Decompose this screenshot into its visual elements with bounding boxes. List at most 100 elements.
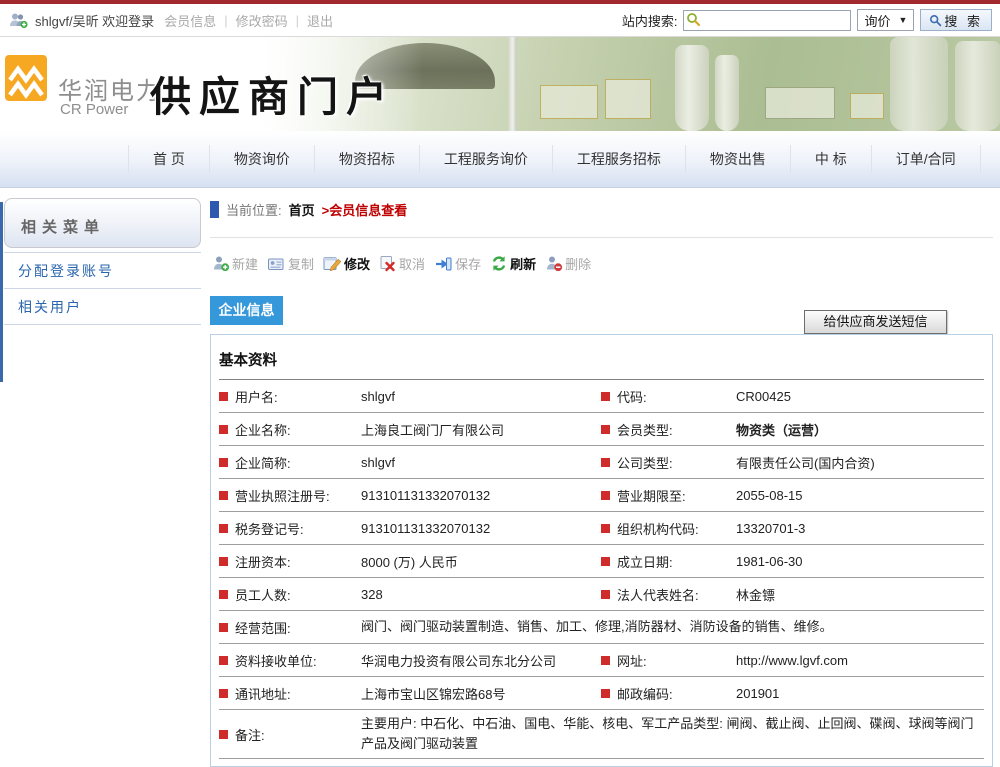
red-bullet-icon xyxy=(219,458,228,467)
sidebar-item-assign-login[interactable]: 分配登录账号 xyxy=(4,253,201,289)
search-input-icon xyxy=(686,12,701,27)
nav-engineering-inquiry[interactable]: 工程服务询价 xyxy=(420,145,553,173)
nav-engineering-bidding[interactable]: 工程服务招标 xyxy=(553,145,686,173)
tab-company-info[interactable]: 企业信息 xyxy=(210,296,283,325)
field-label-text: 会员类型: xyxy=(617,420,673,439)
field-value: http://www.lgvf.com xyxy=(736,653,984,668)
field-value: 913101131332070132 xyxy=(361,521,601,536)
search-button[interactable]: 搜 索 xyxy=(920,9,992,31)
portal-title: 供应商门户 xyxy=(150,63,395,123)
member-info-link[interactable]: 会员信息 xyxy=(164,11,216,30)
field-value: 913101131332070132 xyxy=(361,488,601,503)
table-row: 通讯地址:上海市宝山区锦宏路68号邮政编码:201901 xyxy=(219,677,984,710)
table-row: 企业简称:shlgvf公司类型:有限责任公司(国内合资) xyxy=(219,446,984,479)
field-value: 有限责任公司(国内合资) xyxy=(736,453,984,472)
user-bar: shlgvf/吴昕 欢迎登录 会员信息|修改密码|退出 站内搜索: 询价 ▼ 搜… xyxy=(0,4,1000,37)
table-row: 营业执照注册号:913101131332070132营业期限至:2055-08-… xyxy=(219,479,984,512)
field-label: 注册资本: xyxy=(219,552,361,571)
save-button: 保存 xyxy=(434,254,481,273)
new-button-label: 新建 xyxy=(232,254,258,273)
red-bullet-icon xyxy=(601,524,610,533)
breadcrumb-divider xyxy=(210,237,993,238)
field-value: 物资类（运营） xyxy=(736,420,984,439)
nav-material-inquiry[interactable]: 物资询价 xyxy=(210,145,315,173)
users-icon xyxy=(8,12,29,29)
nav-home[interactable]: 首 页 xyxy=(128,145,210,173)
magnifier-icon xyxy=(929,14,942,27)
field-label: 经营范围: xyxy=(219,618,361,637)
field-label: 网址: xyxy=(601,651,736,670)
red-bullet-icon xyxy=(601,590,610,599)
breadcrumb-current: >会员信息查看 xyxy=(322,200,408,219)
field-label-text: 营业期限至: xyxy=(617,486,686,505)
copy-button-label: 复制 xyxy=(288,254,314,273)
table-row: 备注:主要用户: 中石化、中石油、国电、华能、核电、军工产品类型: 闸阀、截止阀… xyxy=(219,710,984,759)
field-value: CR00425 xyxy=(736,389,984,404)
cancel-button-label: 取消 xyxy=(399,254,425,273)
red-bullet-icon xyxy=(601,656,610,665)
modify-button[interactable]: 修改 xyxy=(323,254,370,273)
edit-icon xyxy=(323,255,342,272)
field-value: 华润电力投资有限公司东北分公司 xyxy=(361,651,601,670)
field-label: 法人代表姓名: xyxy=(601,585,736,604)
site-search-input[interactable] xyxy=(683,10,851,31)
field-label-text: 注册资本: xyxy=(235,552,291,571)
section-title: 基本资料 xyxy=(219,335,984,380)
breadcrumb-label: 当前位置: xyxy=(226,200,282,219)
header-banner: 华润电力 CR Power 供应商门户 xyxy=(0,37,1000,131)
cancel-button: 取消 xyxy=(379,254,425,273)
field-label: 公司类型: xyxy=(601,453,736,472)
red-bullet-icon xyxy=(219,623,228,632)
main-nav: 首 页物资询价物资招标工程服务询价工程服务招标物资出售中 标订单/合同 xyxy=(0,131,1000,188)
change-password-link[interactable]: 修改密码 xyxy=(236,11,288,30)
field-label-text: 企业名称: xyxy=(235,420,291,439)
save-icon xyxy=(434,256,453,272)
field-label-text: 法人代表姓名: xyxy=(617,585,699,604)
user-remove-icon xyxy=(545,255,563,272)
new-button: 新建 xyxy=(212,254,258,273)
company-info-panel: 基本资料 用户名:shlgvf代码:CR00425企业名称:上海良工阀门厂有限公… xyxy=(210,334,993,767)
breadcrumb-home-link[interactable]: 首页 xyxy=(289,200,315,219)
field-value: 上海良工阀门厂有限公司 xyxy=(361,420,601,439)
logout-link[interactable]: 退出 xyxy=(307,11,333,30)
search-category-select[interactable]: 询价 ▼ xyxy=(857,9,914,31)
record-toolbar: 新建 复制 修改 取消保存 刷新删除 xyxy=(212,254,591,273)
table-row: 用户名:shlgvf代码:CR00425 xyxy=(219,380,984,413)
refresh-button[interactable]: 刷新 xyxy=(490,254,536,273)
chevron-down-icon: ▼ xyxy=(898,15,907,25)
sidebar-title: 相关菜单 xyxy=(4,198,201,248)
field-value: 林金镖 xyxy=(736,585,984,604)
field-label: 会员类型: xyxy=(601,420,736,439)
table-row: 注册资本:8000 (万) 人民币成立日期:1981-06-30 xyxy=(219,545,984,578)
nav-material-bidding[interactable]: 物资招标 xyxy=(315,145,420,173)
send-sms-button[interactable]: 给供应商发送短信 xyxy=(804,310,947,334)
field-label-text: 备注: xyxy=(235,725,265,744)
delete-button: 删除 xyxy=(545,254,591,273)
field-label-text: 网址: xyxy=(617,651,647,670)
red-bullet-icon xyxy=(219,425,228,434)
red-bullet-icon xyxy=(219,557,228,566)
field-label-text: 成立日期: xyxy=(617,552,673,571)
field-label-text: 代码: xyxy=(617,387,647,406)
breadcrumb-marker-icon xyxy=(210,201,219,218)
field-label: 备注: xyxy=(219,725,361,744)
field-value: 201901 xyxy=(736,686,984,701)
nav-orders-contracts[interactable]: 订单/合同 xyxy=(872,145,981,173)
nav-material-sale[interactable]: 物资出售 xyxy=(686,145,791,173)
sidebar-item-related-users[interactable]: 相关用户 xyxy=(4,289,201,325)
field-label-text: 资料接收单位: xyxy=(235,651,317,670)
nav-awarded[interactable]: 中 标 xyxy=(791,145,872,173)
search-category-value: 询价 xyxy=(864,11,890,30)
table-row: 企业名称: 上海良工阀门厂有限公司会员类型: 物资类（运营） xyxy=(219,413,984,446)
brand-name-en: CR Power xyxy=(60,101,128,118)
field-label: 成立日期: xyxy=(601,552,736,571)
cr-power-logo-icon xyxy=(5,55,47,101)
refresh-button-label: 刷新 xyxy=(510,254,536,273)
field-label-text: 税务登记号: xyxy=(235,519,304,538)
field-label: 资料接收单位: xyxy=(219,651,361,670)
field-value: 328 xyxy=(361,587,601,602)
field-label: 邮政编码: xyxy=(601,684,736,703)
modify-button-label: 修改 xyxy=(344,254,370,273)
site-search-label: 站内搜索: xyxy=(622,11,678,30)
field-value: 阀门、阀门驱动装置制造、销售、加工、修理,消防器材、消防设备的销售、维修。 xyxy=(361,617,984,637)
